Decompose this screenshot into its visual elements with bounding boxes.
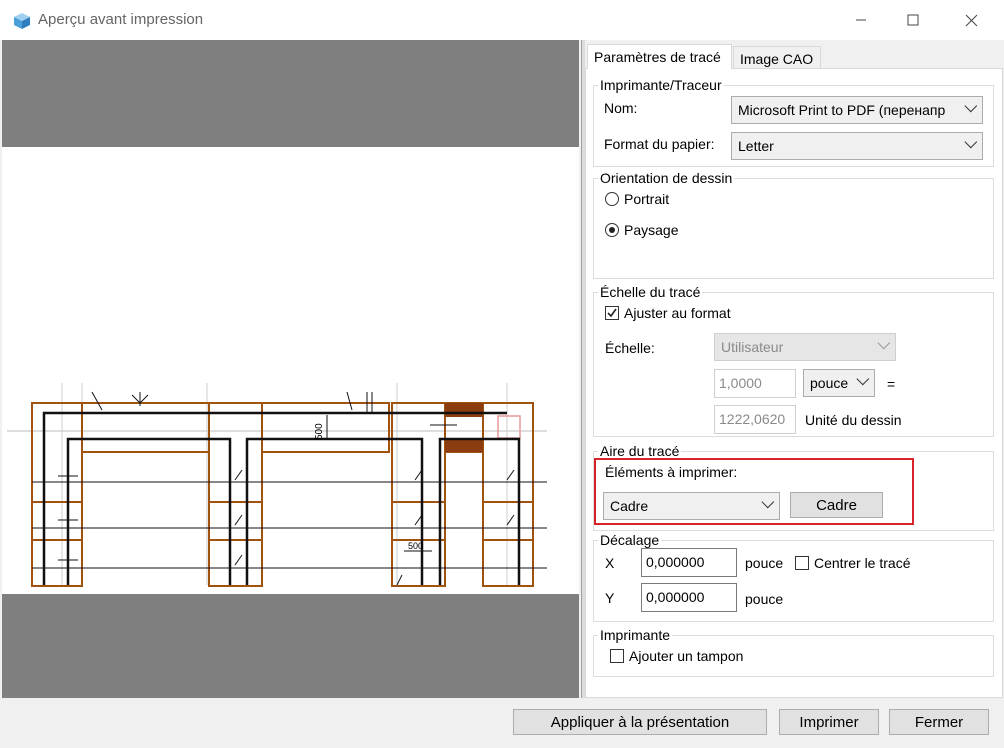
scale-value: Utilisateur [721,339,784,355]
tab-plot-settings[interactable]: Paramètres de tracé [587,44,732,69]
add-stamp-label: Ajouter un tampon [629,648,744,664]
group-title: Échelle du tracé [598,284,703,300]
scale-ratio-input[interactable]: 1,0000 [714,369,796,398]
dimension-label: 500 [408,541,423,551]
landscape-option[interactable]: Paysage [605,222,678,238]
fit-to-format-label: Ajuster au format [624,305,731,321]
offset-x-unit: pouce [745,555,784,571]
drawing-units-input[interactable]: 1222,0620 [714,405,796,434]
group-title: Imprimante [598,627,673,643]
elements-to-print-value: Cadre [610,498,649,514]
close-button[interactable]: Fermer [889,709,989,735]
title-bar: Aperçu avant impression [0,0,1004,40]
portrait-label: Portrait [624,191,670,207]
group-title: Imprimante/Traceur [598,77,724,93]
printer-name-value: Microsoft Print to PDF (перенапр [738,102,946,118]
frame-button[interactable]: Cadre [790,492,883,518]
scale-label: Échelle: [605,340,655,356]
app-cube-icon [14,13,30,29]
chevron-down-icon [964,99,978,113]
chevron-down-icon [964,135,978,149]
elements-to-print-label: Éléments à imprimer: [605,464,738,480]
minimize-button[interactable] [838,0,884,40]
scale-ratio-value: 1,0000 [719,375,762,391]
landscape-label: Paysage [624,222,679,238]
center-plot-checkbox[interactable] [795,556,809,570]
paper-format-value: Letter [738,138,774,154]
add-stamp-checkbox[interactable] [610,649,624,663]
close-icon [965,14,977,26]
add-stamp-option[interactable]: Ajouter un tampon [610,648,743,664]
tab-label: Image CAO [740,51,814,67]
close-window-button[interactable] [948,0,994,40]
offset-x-value: 0,000000 [646,554,705,570]
drawing-unit-label: Unité du dessin [805,412,902,428]
offset-y-label: Y [605,590,615,606]
drawing-units-value: 1222,0620 [719,411,786,427]
equals-sign: = [887,376,896,392]
print-preview-canvas[interactable]: 500 500 [2,40,579,698]
group-title: Orientation de dessin [598,170,735,186]
fit-to-format-option[interactable]: Ajuster au format [605,305,731,321]
chevron-down-icon [761,495,775,509]
print-button[interactable]: Imprimer [779,709,879,735]
scale-unit-dropdown[interactable]: pouce [803,369,875,397]
center-plot-label: Centrer le tracé [814,555,911,571]
offset-x-label: X [605,555,615,571]
group-title: Aire du tracé [598,443,682,459]
group-title: Décalage [598,532,662,548]
chevron-down-icon [856,372,870,386]
maximize-button[interactable] [890,0,936,40]
offset-y-input[interactable]: 0,000000 [641,583,737,612]
dimension-label: 500 [314,423,325,440]
maximize-icon [907,14,919,26]
offset-x-input[interactable]: 0,000000 [641,548,737,577]
cad-drawing: 500 500 [7,383,547,587]
tab-cad-image[interactable]: Image CAO [733,46,821,70]
paper-format-label: Format du papier: [604,136,715,152]
elements-to-print-dropdown[interactable]: Cadre [603,492,780,520]
portrait-option[interactable]: Portrait [605,191,669,207]
window-title: Aperçu avant impression [38,11,204,28]
offset-y-unit: pouce [745,591,784,607]
scale-unit-value: pouce [810,375,849,391]
minimize-icon [856,19,866,21]
printer-name-dropdown[interactable]: Microsoft Print to PDF (перенапр [731,96,983,124]
apply-to-layout-button[interactable]: Appliquer à la présentation [513,709,767,735]
scale-dropdown[interactable]: Utilisateur [714,333,896,361]
offset-y-value: 0,000000 [646,589,705,605]
landscape-radio[interactable] [605,223,619,237]
center-plot-option[interactable]: Centrer le tracé [795,555,910,571]
fit-to-format-checkbox[interactable] [605,306,619,320]
printer-name-label: Nom: [604,100,638,116]
chevron-down-icon [877,336,891,350]
paper-format-dropdown[interactable]: Letter [731,132,983,160]
tab-label: Paramètres de tracé [594,49,721,65]
checkmark-icon [607,308,617,318]
portrait-radio[interactable] [605,192,619,206]
